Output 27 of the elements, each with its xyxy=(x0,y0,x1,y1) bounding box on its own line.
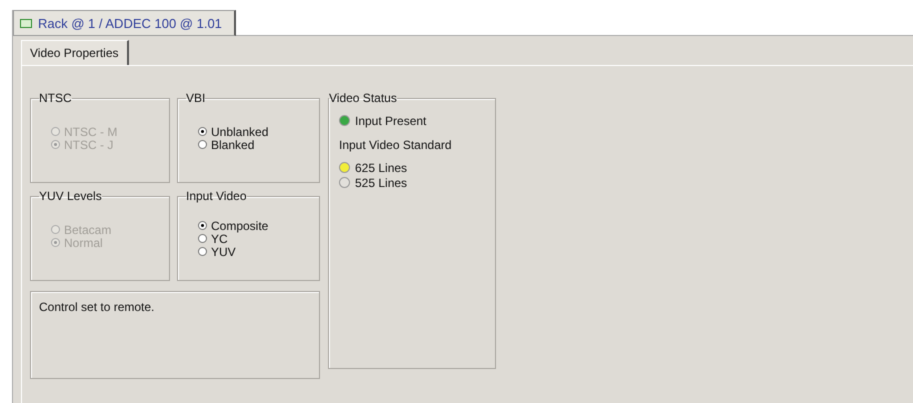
group-title: NTSC xyxy=(39,91,72,105)
radio-button[interactable] xyxy=(198,234,207,243)
radio-label: Composite xyxy=(211,218,268,232)
radio-button[interactable] xyxy=(198,221,207,230)
radio-button[interactable] xyxy=(198,140,207,149)
document-tab[interactable]: Rack @ 1 / ADDEC 100 @ 1.01 xyxy=(13,10,236,36)
radio-label: Blanked xyxy=(211,138,254,152)
radio-button[interactable] xyxy=(198,127,207,136)
radio-label: NTSC - J xyxy=(64,138,114,152)
message-text: Control set to remote. xyxy=(39,300,154,314)
folder-icon xyxy=(20,18,32,28)
group-title: YUV Levels xyxy=(39,189,102,203)
tab[interactable]: Video Properties xyxy=(21,40,128,65)
status-label: 525 Lines xyxy=(355,176,408,190)
group-title: Input Video xyxy=(186,189,246,203)
radio-label: YC xyxy=(211,232,228,246)
radio-label: NTSC - M xyxy=(64,124,118,138)
group-title: VBI xyxy=(186,91,206,105)
radio-label: Normal xyxy=(64,236,103,250)
radio-label: Betacam xyxy=(64,222,112,236)
status-label: Input Present xyxy=(355,114,426,128)
radio-label: Unblanked xyxy=(211,124,268,138)
group-title: Video Status xyxy=(329,91,397,105)
radio-button[interactable] xyxy=(198,247,207,256)
section-label: Input Video Standard xyxy=(339,138,453,152)
radio-label: YUV xyxy=(211,244,236,258)
status-label: 625 Lines xyxy=(355,160,408,174)
